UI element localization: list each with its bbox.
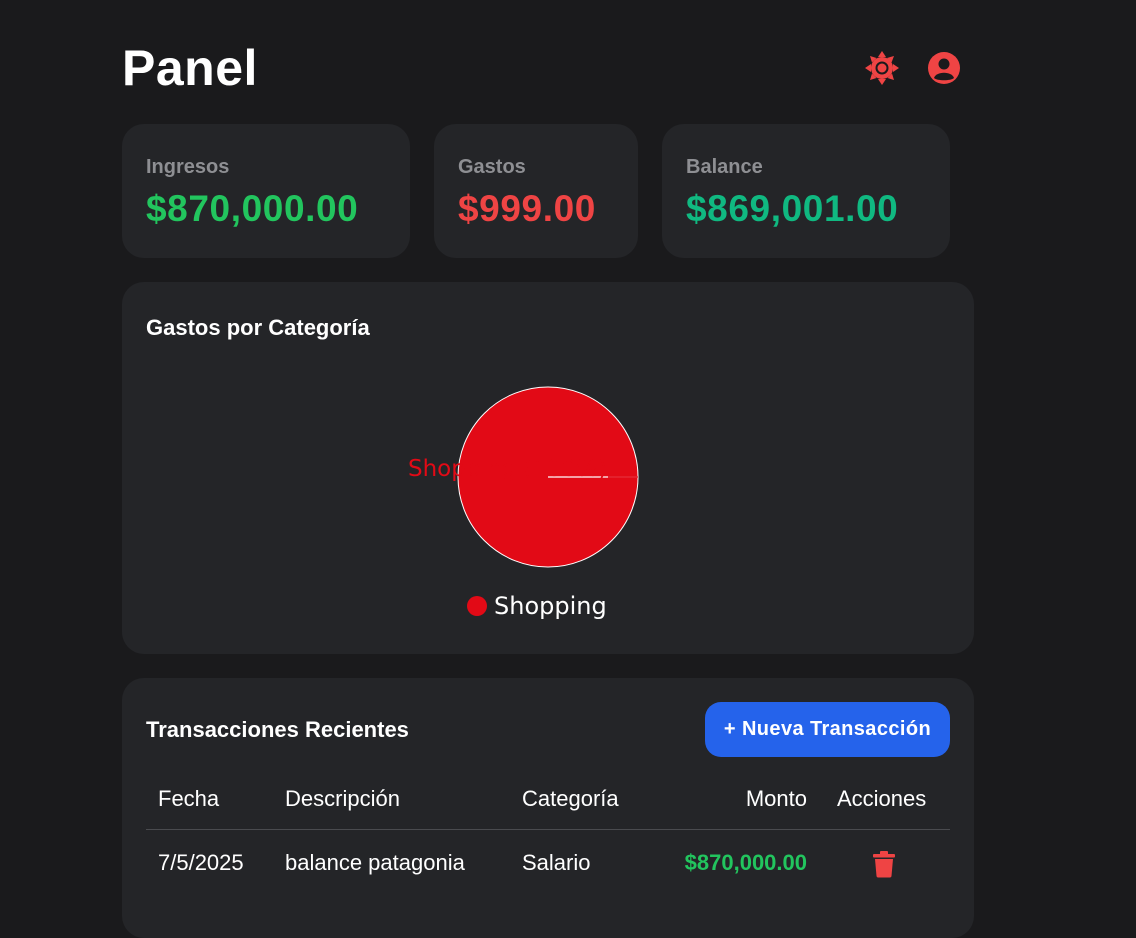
transactions-title: Transacciones Recientes bbox=[146, 717, 409, 742]
legend-marker bbox=[467, 596, 487, 616]
column-header-actions: Acciones bbox=[837, 786, 927, 811]
expenses-value: $999.00 bbox=[458, 188, 596, 229]
income-label: Ingresos bbox=[146, 156, 230, 178]
page-header: Panel bbox=[122, 38, 974, 98]
income-value: $870,000.00 bbox=[146, 188, 359, 229]
transactions-card: Transacciones Recientes + Nueva Transacc… bbox=[122, 678, 974, 938]
column-header-date: Fecha bbox=[158, 786, 220, 811]
new-transaction-button[interactable]: + Nueva Transacción bbox=[705, 702, 950, 757]
table-divider bbox=[146, 829, 950, 830]
row-description: balance patagonia bbox=[285, 850, 465, 875]
sun-icon[interactable] bbox=[864, 50, 900, 86]
trash-icon[interactable] bbox=[872, 850, 896, 878]
expenses-card: Gastos $999.00 bbox=[434, 124, 638, 258]
expenses-label: Gastos bbox=[458, 156, 526, 178]
row-date: 7/5/2025 bbox=[158, 850, 244, 875]
balance-value: $869,001.00 bbox=[686, 188, 899, 229]
page-title: Panel bbox=[122, 40, 258, 96]
balance-card: Balance $869,001.00 bbox=[662, 124, 950, 258]
column-header-amount: Monto bbox=[745, 786, 807, 811]
user-circle-icon[interactable] bbox=[926, 50, 962, 86]
income-card: Ingresos $870,000.00 bbox=[122, 124, 410, 258]
column-header-description: Descripción bbox=[285, 786, 400, 811]
pie-chart: Shopping (100%) Shopping bbox=[408, 386, 639, 620]
expenses-chart-card: Gastos por Categoría Shopping (100%) Shop… bbox=[122, 282, 974, 654]
row-amount: $870,000.00 bbox=[684, 850, 807, 875]
balance-label: Balance bbox=[686, 156, 763, 178]
legend-item-shopping[interactable]: Shopping bbox=[494, 592, 607, 620]
row-category: Salario bbox=[522, 850, 591, 875]
column-header-category: Categoría bbox=[522, 786, 619, 811]
pie-slice-label: Shopping (100%) bbox=[408, 456, 607, 482]
